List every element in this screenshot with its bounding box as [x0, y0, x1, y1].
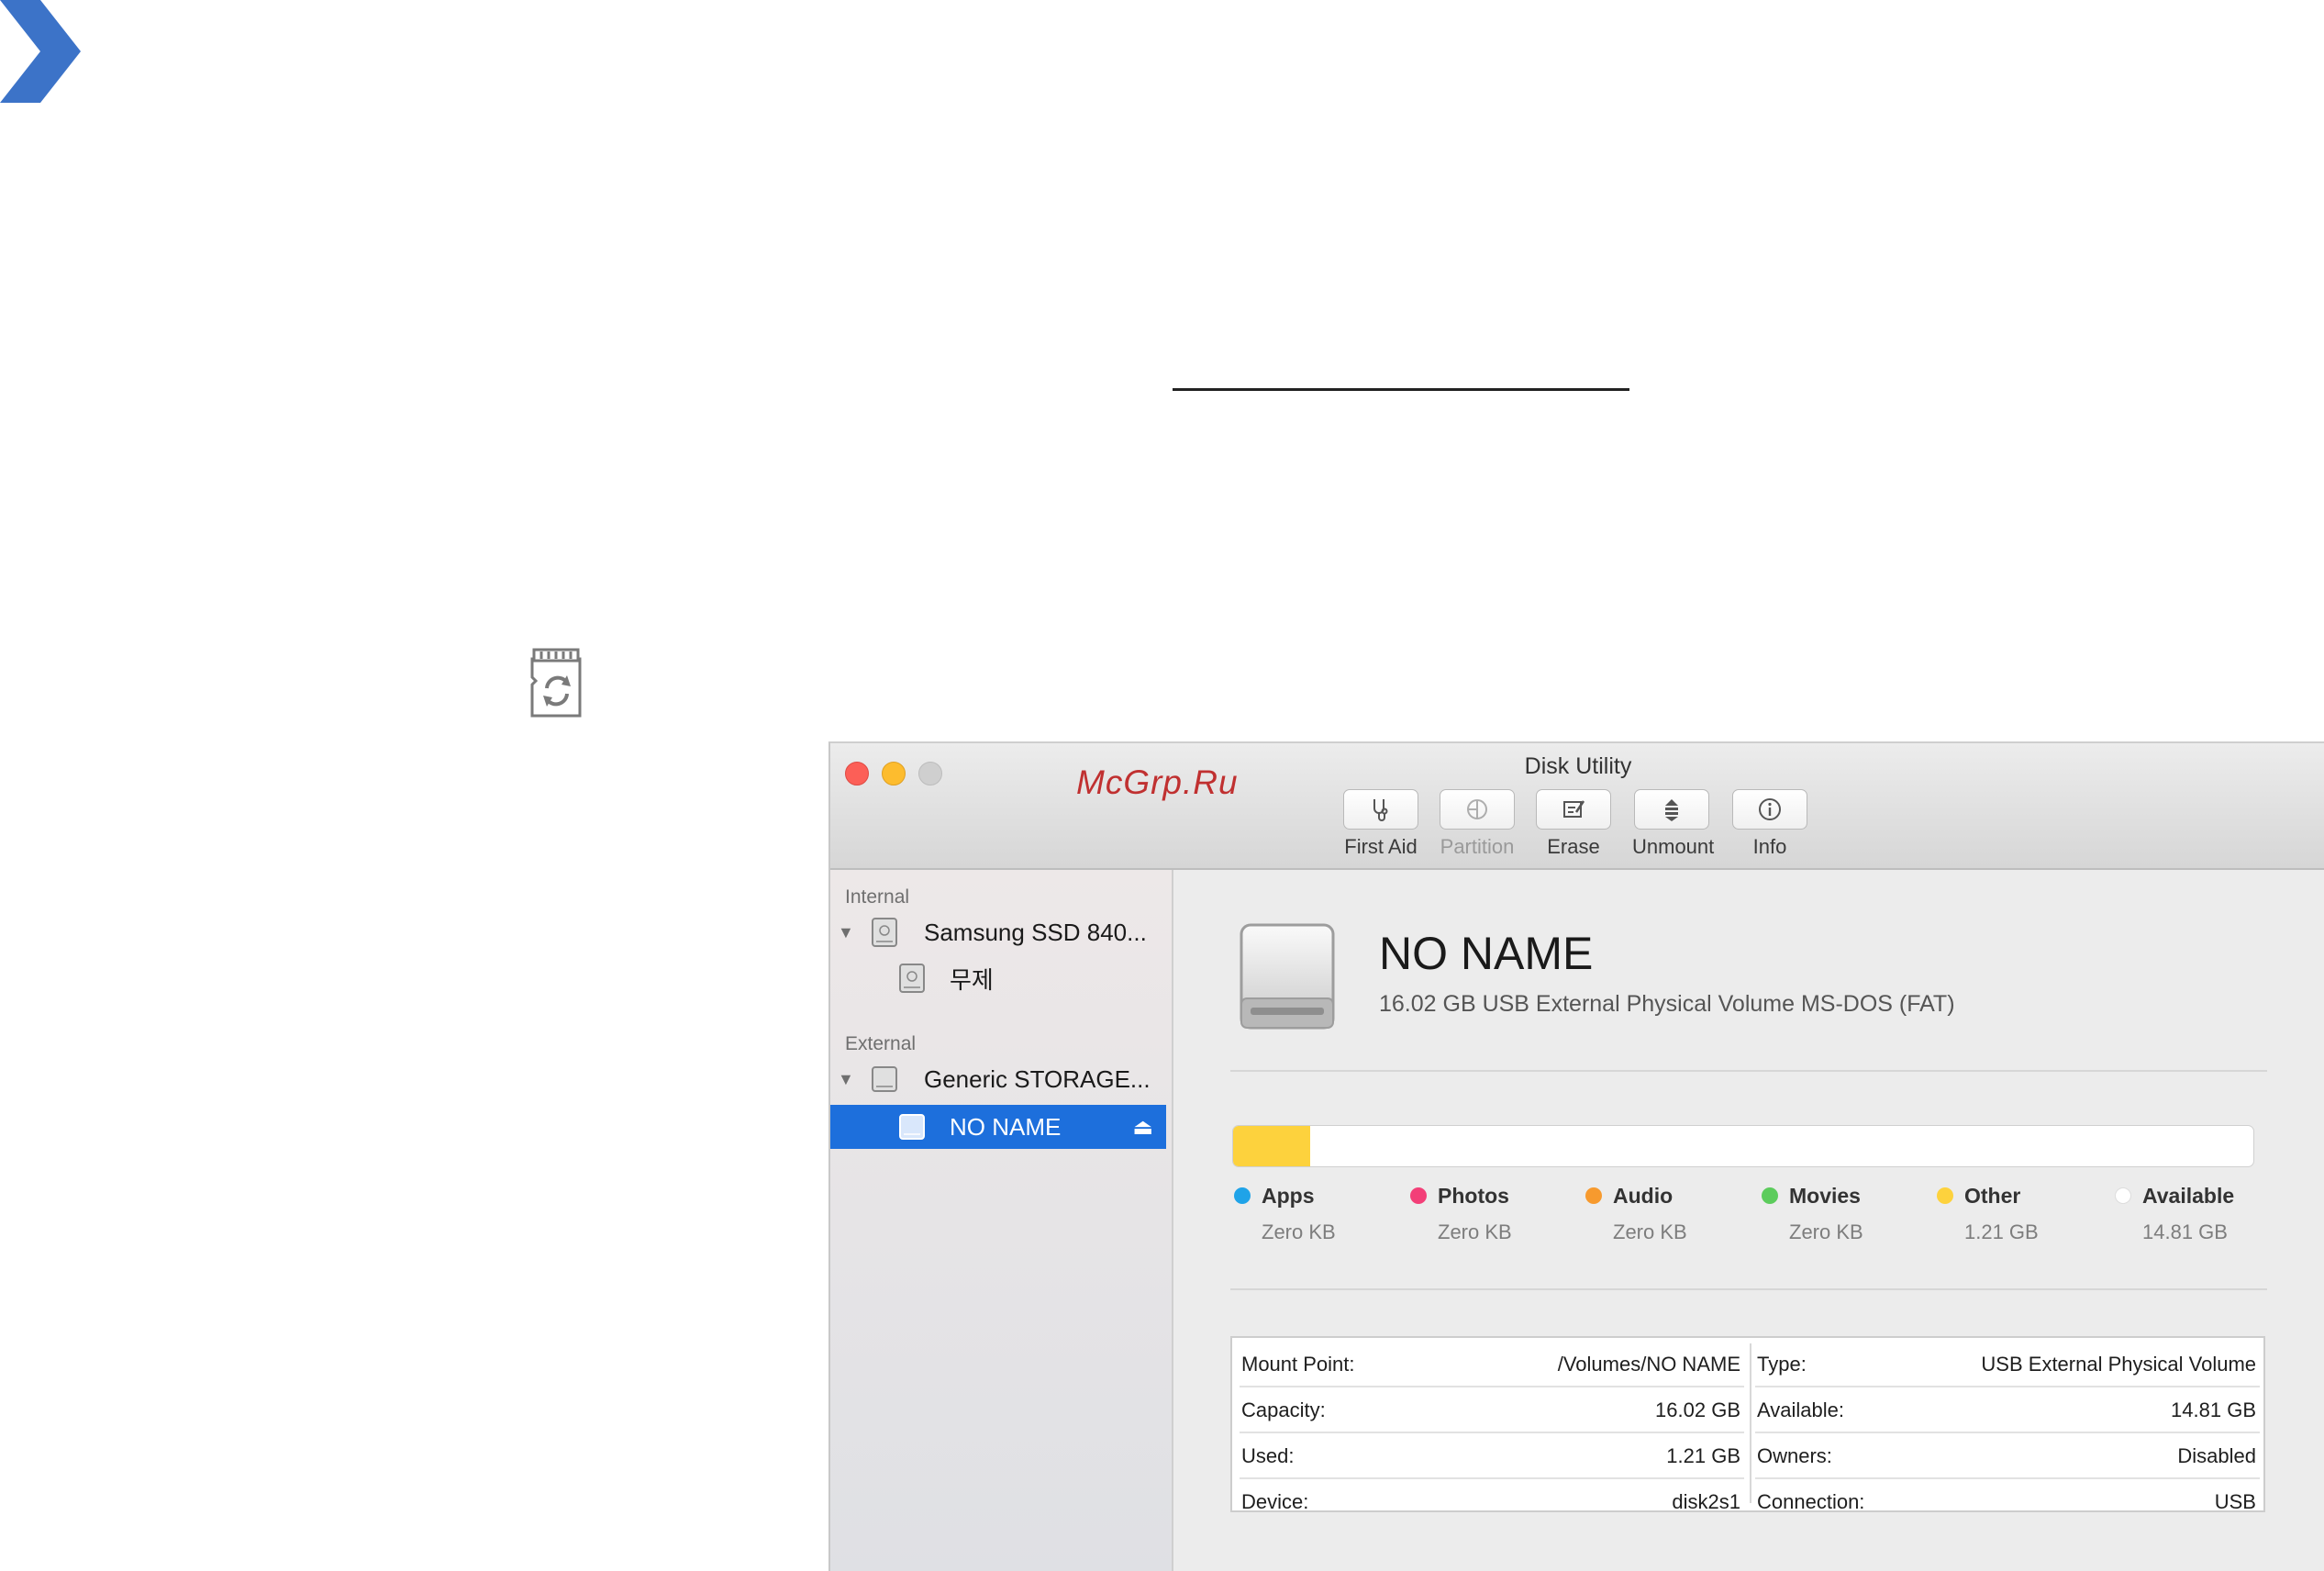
legend-dot [1762, 1187, 1778, 1204]
info-key: Capacity: [1241, 1398, 1326, 1421]
info-row-owners: Owners: Disabled [1755, 1435, 2260, 1479]
info-key: Owners: [1757, 1444, 1832, 1467]
legend-name: Apps [1262, 1184, 1315, 1208]
info-row-used: Used: 1.21 GB [1240, 1435, 1744, 1479]
info-row-capacity: Capacity: 16.02 GB [1240, 1389, 1744, 1433]
info-value: 1.21 GB [1666, 1444, 1740, 1467]
erase-button[interactable]: Erase [1534, 789, 1613, 859]
info-label: Info [1752, 835, 1787, 858]
legend-value: 14.81 GB [2142, 1220, 2228, 1243]
external-disk-icon [872, 1066, 897, 1092]
sidebar-item-label: 무제 [950, 965, 994, 994]
main-pane: NO NAME 16.02 GB USB External Physical V… [1173, 870, 2324, 1571]
sd-card-sync-icon [530, 648, 582, 718]
disclosure-triangle-icon[interactable]: ▼ [838, 1070, 854, 1089]
sidebar-item-samsung-ssd[interactable]: ▼ Samsung SSD 840... [830, 910, 1166, 954]
info-row-mount-point: Mount Point: /Volumes/NO NAME [1240, 1343, 1744, 1387]
sidebar-item-no-name[interactable]: NO NAME ⏏ [830, 1105, 1166, 1149]
legend-name: Other [1964, 1184, 2021, 1208]
eject-icon[interactable]: ⏏ [1132, 1114, 1153, 1141]
disclosure-triangle-icon[interactable]: ▼ [838, 923, 854, 942]
legend-value: 1.21 GB [1964, 1220, 2039, 1243]
legend-name: Photos [1438, 1184, 1509, 1208]
info-row-type: Type: USB External Physical Volume [1755, 1343, 2260, 1387]
unmount-label: Unmount [1632, 835, 1715, 858]
legend-dot [1937, 1187, 1953, 1204]
disk-utility-window: Disk Utility McGrp.Ru First Aid Partitio… [828, 741, 2324, 1571]
first-aid-label: First Aid [1344, 835, 1418, 858]
info-key: Mount Point: [1241, 1353, 1355, 1376]
info-column-left: Mount Point: /Volumes/NO NAME Capacity: … [1240, 1343, 1744, 1525]
info-row-available: Available: 14.81 GB [1755, 1389, 2260, 1433]
legend-dot [2115, 1187, 2131, 1204]
partition-icon [1467, 799, 1487, 819]
info-row-connection: Connection: USB [1755, 1481, 2260, 1523]
info-value: 16.02 GB [1655, 1398, 1740, 1421]
volume-description: 16.02 GB USB External Physical Volume MS… [1379, 991, 1955, 1017]
info-column-divider [1750, 1343, 1751, 1503]
unmount-icon [1665, 799, 1678, 821]
partition-label: Partition [1440, 835, 1515, 858]
sidebar-item-label: Samsung SSD 840... [924, 918, 1147, 946]
window-title: Disk Utility [1524, 753, 1632, 779]
info-key: Used: [1241, 1444, 1295, 1467]
info-key: Type: [1757, 1353, 1807, 1376]
storage-usage-bar [1232, 1125, 2254, 1167]
first-aid-button[interactable]: First Aid [1341, 789, 1420, 859]
legend-value: Zero KB [1438, 1220, 1512, 1243]
unmount-button[interactable]: Unmount [1632, 789, 1715, 859]
partition-button[interactable]: Partition [1438, 789, 1517, 859]
info-icon [1759, 798, 1781, 820]
sidebar-item-volume-internal[interactable]: 무제 [830, 956, 1166, 1000]
legend-dot [1585, 1187, 1602, 1204]
erase-icon [1563, 800, 1585, 818]
sidebar-item-generic-storage[interactable]: ▼ Generic STORAGE... [830, 1057, 1166, 1101]
legend-dot [1234, 1187, 1251, 1204]
divider [1230, 1288, 2267, 1290]
info-row-device: Device: disk2s1 [1240, 1481, 1744, 1523]
legend-value: Zero KB [1613, 1220, 1687, 1243]
info-value: USB [2214, 1490, 2256, 1513]
underline-rule [1173, 388, 1629, 391]
divider [1230, 1070, 2267, 1072]
info-value: /Volumes/NO NAME [1557, 1353, 1740, 1376]
info-key: Device: [1241, 1490, 1309, 1513]
info-key: Connection: [1757, 1490, 1865, 1513]
info-value: Disabled [2177, 1444, 2256, 1467]
sidebar-item-label: Generic STORAGE... [924, 1064, 1151, 1093]
title-bar: Disk Utility McGrp.Ru First Aid Partitio… [830, 743, 2324, 870]
internal-disk-icon [872, 918, 897, 947]
legend-name: Movies [1789, 1184, 1861, 1208]
info-key: Available: [1757, 1398, 1844, 1421]
legend-name: Available [2142, 1184, 2235, 1208]
volume-name: NO NAME [1379, 928, 1594, 979]
info-value: USB External Physical Volume [1981, 1353, 2256, 1376]
external-drive-icon [1240, 923, 1335, 1030]
legend-dot [1410, 1187, 1427, 1204]
sidebar: Internal ▼ Samsung SSD 840... 무제 Externa… [830, 870, 1173, 1571]
watermark: McGrp.Ru [1076, 763, 1239, 801]
usage-fill-other [1233, 1126, 1310, 1166]
info-value: 14.81 GB [2171, 1398, 2256, 1421]
sidebar-section-external: External [845, 1033, 917, 1054]
info-column-right: Type: USB External Physical Volume Avail… [1755, 1343, 2260, 1525]
legend-value: Zero KB [1789, 1220, 1863, 1243]
stethoscope-icon [1373, 799, 1388, 821]
internal-volume-icon [899, 964, 925, 993]
erase-label: Erase [1547, 835, 1600, 858]
chevron-right-icon [0, 0, 81, 103]
sidebar-item-label: NO NAME [950, 1112, 1062, 1141]
info-value: disk2s1 [1672, 1490, 1740, 1513]
volume-info-table: Mount Point: /Volumes/NO NAME Capacity: … [1230, 1336, 2265, 1513]
legend-name: Audio [1613, 1184, 1674, 1208]
sidebar-section-internal: Internal [845, 886, 910, 908]
legend-value: Zero KB [1262, 1220, 1336, 1243]
external-volume-icon [899, 1114, 925, 1140]
info-button[interactable]: Info [1730, 789, 1809, 859]
